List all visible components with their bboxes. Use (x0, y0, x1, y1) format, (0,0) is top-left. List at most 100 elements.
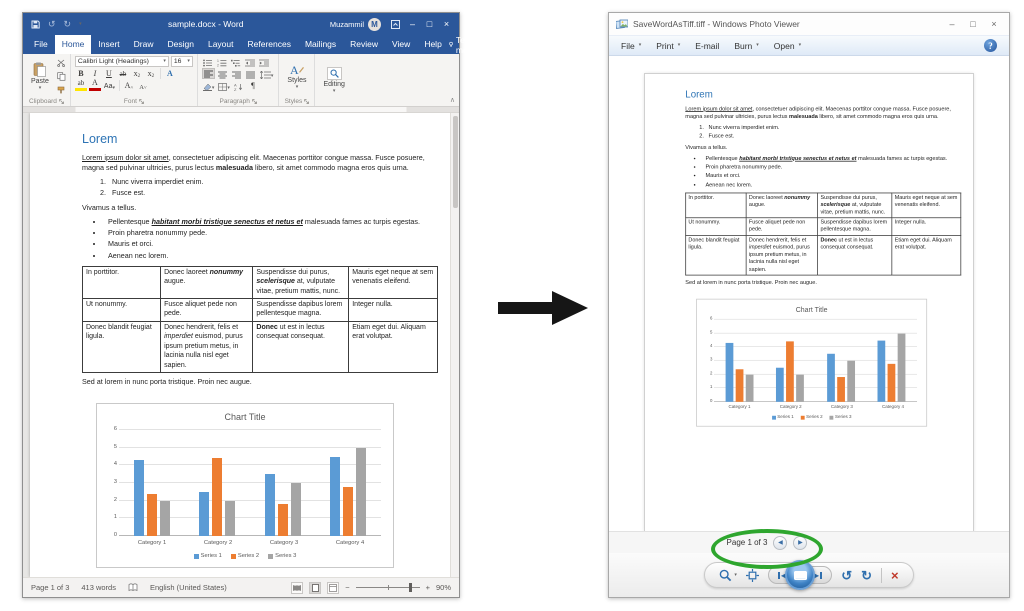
menu-email[interactable]: E-mail (695, 41, 719, 51)
previous-page-button[interactable]: ◀ (773, 536, 787, 550)
change-case-button[interactable]: Aa▾ (103, 80, 116, 91)
next-page-button[interactable]: ▶ (793, 536, 807, 550)
borders-icon[interactable]: ▾ (217, 80, 231, 91)
maximize-button[interactable]: □ (421, 14, 438, 34)
multilevel-list-icon[interactable] (230, 56, 242, 67)
highlight-color-icon[interactable]: ab (75, 80, 87, 91)
zoom-in-button[interactable]: + (426, 583, 430, 592)
bold-button[interactable]: B (75, 68, 87, 79)
tab-mailings[interactable]: Mailings (298, 35, 343, 54)
tab-insert[interactable]: Insert (91, 35, 126, 54)
decrease-indent-icon[interactable] (244, 56, 256, 67)
pilcrow-icon[interactable]: ¶ (247, 80, 259, 91)
grow-font-button[interactable]: A˄ (123, 80, 135, 91)
tab-help[interactable]: Help (417, 35, 448, 54)
zoom-button[interactable]: ▾ (719, 569, 737, 582)
paste-button[interactable]: Paste ▾ (27, 56, 53, 97)
text-effects-icon[interactable]: A (164, 68, 176, 79)
account-name[interactable]: Muzammil (330, 20, 364, 29)
increase-indent-icon[interactable] (258, 56, 270, 67)
editing-group: Editing ▾ (315, 54, 352, 106)
align-left-icon[interactable] (202, 68, 215, 79)
zoom-slider[interactable] (356, 587, 420, 588)
numbered-list-icon[interactable]: 12 (216, 56, 228, 67)
paragraph: Sed at lorem in nunc porta tristique. Pr… (685, 279, 961, 287)
slideshow-button[interactable] (785, 560, 815, 590)
minimize-button[interactable]: – (944, 19, 960, 29)
tab-view[interactable]: View (385, 35, 417, 54)
menu-burn[interactable]: Burn▾ (734, 41, 758, 51)
help-button[interactable]: ? (984, 39, 997, 52)
shading-icon[interactable]: ▾ (202, 80, 216, 91)
word-count[interactable]: 413 words (81, 583, 116, 592)
y-axis-tick: 3 (108, 479, 117, 487)
dialog-launcher-icon[interactable] (252, 99, 257, 104)
font-name-combo[interactable]: Calibri Light (Headings)▾ (75, 56, 169, 67)
word-window-title: sample.docx - Word (82, 19, 330, 29)
actual-size-button[interactable] (746, 569, 759, 582)
font-color-icon[interactable]: A (89, 80, 101, 91)
menu-print[interactable]: Print▾ (656, 41, 680, 51)
redo-icon[interactable]: ↻ (64, 20, 72, 29)
save-icon[interactable] (31, 20, 40, 29)
delete-button[interactable]: × (891, 569, 899, 582)
subscript-button[interactable]: x2 (131, 68, 143, 79)
close-button[interactable]: × (986, 19, 1002, 29)
word-page[interactable]: LoremLorem ipsum dolor sit amet, consect… (30, 113, 452, 577)
menu-file[interactable]: File▾ (621, 41, 641, 51)
minimize-button[interactable]: – (404, 14, 421, 34)
superscript-button[interactable]: x2 (145, 68, 157, 79)
tell-me[interactable]: Tell me (449, 35, 472, 55)
cut-icon[interactable] (57, 59, 66, 67)
collapse-ribbon-icon[interactable]: ∧ (450, 96, 455, 104)
styles-button[interactable]: A Styles ▾ (283, 56, 310, 97)
menu-open[interactable]: Open▾ (774, 41, 801, 51)
dialog-launcher-icon[interactable] (139, 99, 144, 104)
format-painter-icon[interactable] (57, 86, 66, 94)
tab-draw[interactable]: Draw (127, 35, 161, 54)
undo-icon[interactable]: ↺ (48, 20, 56, 29)
editing-button[interactable]: Editing ▾ (319, 56, 348, 104)
maximize-button[interactable]: □ (965, 19, 981, 29)
justify-icon[interactable] (245, 68, 257, 79)
word-document[interactable]: LoremLorem ipsum dolor sit amet, consect… (30, 113, 452, 577)
read-mode-icon[interactable] (291, 582, 303, 594)
dialog-launcher-icon[interactable] (304, 99, 309, 104)
page-indicator[interactable]: Page 1 of 3 (31, 583, 69, 592)
rotate-counterclockwise-button[interactable]: ↺ (841, 569, 852, 582)
zoom-slider-thumb[interactable] (409, 583, 412, 592)
vertical-scrollbar[interactable] (450, 113, 459, 577)
sort-icon[interactable]: AZ (233, 80, 245, 91)
align-center-icon[interactable] (217, 68, 229, 79)
language-indicator[interactable]: English (United States) (150, 583, 227, 592)
proofing-icon[interactable] (128, 583, 138, 592)
share-button[interactable]: Share (482, 40, 516, 50)
zoom-out-button[interactable]: − (345, 583, 349, 592)
scrollbar-thumb[interactable] (453, 116, 458, 208)
close-button[interactable]: × (438, 14, 455, 34)
underline-button[interactable]: U (103, 68, 115, 79)
tab-references[interactable]: References (241, 35, 298, 54)
transform-arrow (498, 286, 590, 330)
zoom-level[interactable]: 90% (436, 583, 451, 592)
dialog-launcher-icon[interactable] (59, 99, 64, 104)
avatar[interactable]: M (368, 18, 381, 31)
print-layout-icon[interactable] (309, 582, 321, 594)
line-spacing-icon[interactable]: ▾ (259, 68, 275, 79)
strikethrough-button[interactable]: ab (117, 68, 129, 79)
ribbon-display-options-icon[interactable] (387, 20, 404, 29)
tab-file[interactable]: File (27, 35, 55, 54)
document-area[interactable]: LoremLorem ipsum dolor sit amet, consect… (23, 113, 459, 577)
copy-icon[interactable] (57, 72, 66, 81)
rotate-clockwise-button[interactable]: ↻ (861, 569, 872, 582)
align-right-icon[interactable] (231, 68, 243, 79)
tab-design[interactable]: Design (161, 35, 201, 54)
web-layout-icon[interactable] (327, 582, 339, 594)
font-size-combo[interactable]: 16▾ (171, 56, 193, 67)
tab-layout[interactable]: Layout (201, 35, 241, 54)
shrink-font-button[interactable]: A˅ (137, 80, 149, 91)
zoom-dropdown-icon[interactable]: ▾ (734, 573, 737, 578)
bullet-list-icon[interactable] (202, 56, 214, 67)
tab-review[interactable]: Review (343, 35, 385, 54)
tab-home[interactable]: Home (55, 35, 92, 54)
